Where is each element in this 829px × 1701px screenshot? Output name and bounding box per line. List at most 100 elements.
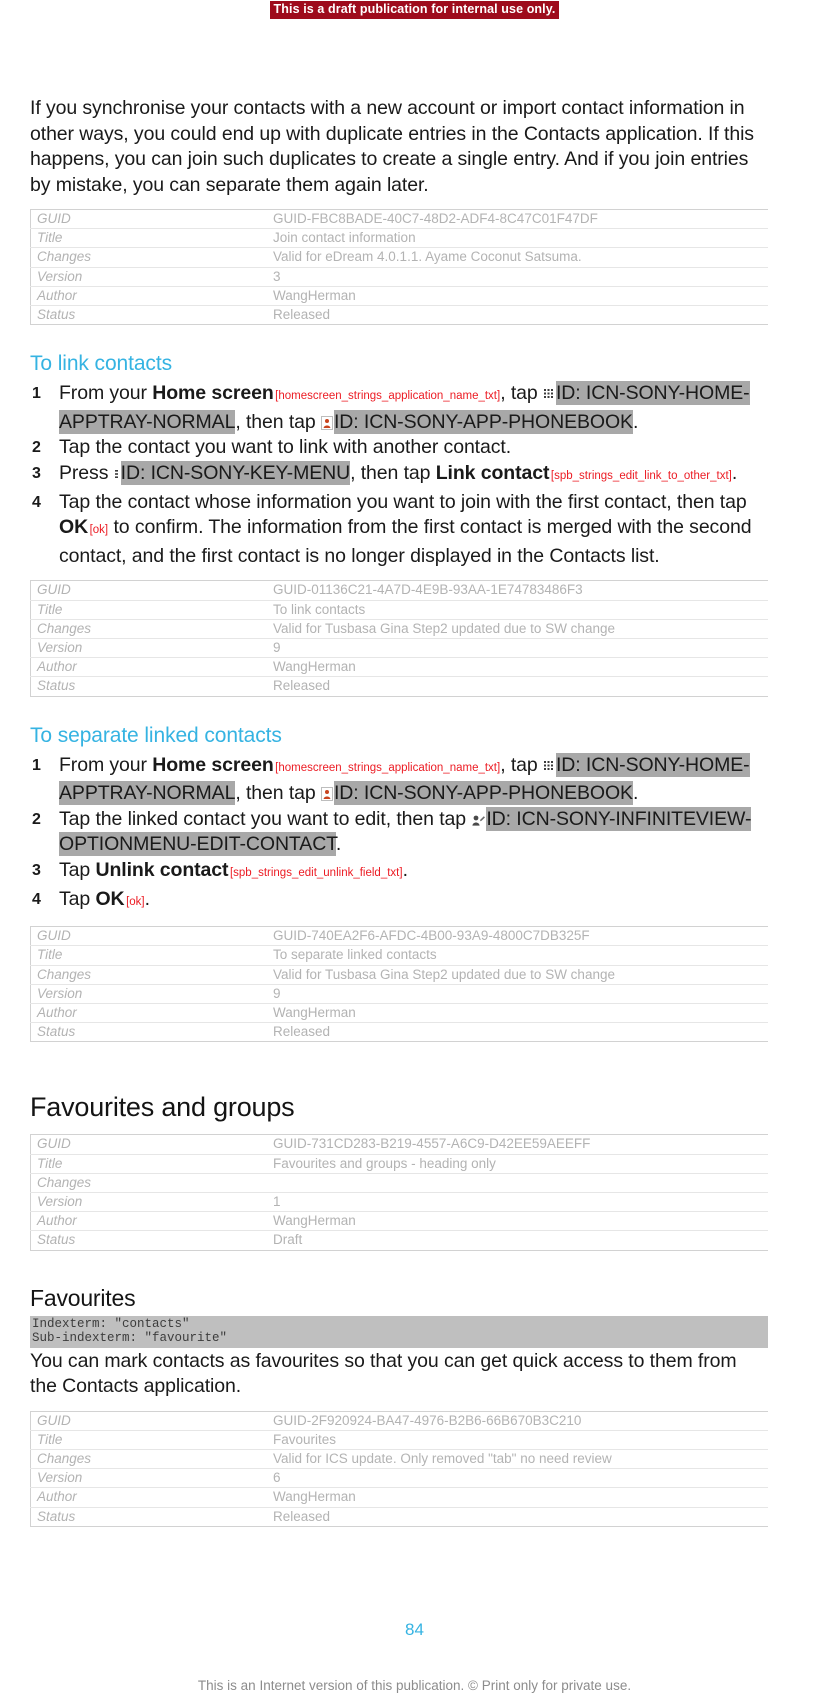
meta-label-author: Author <box>30 1003 267 1024</box>
meta-label-author: Author <box>30 1487 267 1508</box>
meta-value-changes: Valid for ICS update. Only removed "tab"… <box>267 1449 768 1470</box>
table-row: Changes Valid for ICS update. Only remov… <box>30 1449 768 1470</box>
sub-heading-favourites: Favourites <box>30 1284 136 1311</box>
task-heading-link-contacts: To link contacts <box>30 352 172 376</box>
meta-value-status: Released <box>267 1507 768 1527</box>
meta-value-status: Draft <box>267 1230 768 1251</box>
meta-label-changes: Changes <box>30 965 267 985</box>
step-text: . <box>335 833 342 856</box>
page-content: If you synchronise your contacts with a … <box>30 96 768 1527</box>
table-row: Author WangHerman <box>30 1487 768 1508</box>
step-text: Tap the contact whose information you wa… <box>59 490 747 513</box>
meta-label-version: Version <box>30 267 267 287</box>
meta-label-author: Author <box>30 286 267 307</box>
list-item: From your Home screen [homescreen_string… <box>30 381 768 435</box>
apptray-icon-placeholder <box>542 758 556 773</box>
list-item: From your Home screen [homescreen_string… <box>30 752 768 807</box>
meta-label-title: Title <box>30 228 267 249</box>
meta-value-guid: GUID-01136C21-4A7D-4E9B-93AA-1E74783486F… <box>267 580 768 601</box>
meta-value-guid: GUID-740EA2F6-AFDC-4B00-93A9-4800C7DB325… <box>267 926 768 947</box>
meta-label-title: Title <box>30 600 267 620</box>
list-item: Tap OK [ok]. <box>30 887 768 916</box>
meta-label-version: Version <box>30 984 267 1004</box>
meta-value-version: 6 <box>267 1468 768 1489</box>
draft-banner: This is a draft publication for internal… <box>0 0 829 19</box>
list-item: Tap the contact whose information you wa… <box>30 490 768 570</box>
list-item: Tap the contact you want to link with an… <box>30 435 768 461</box>
string-id: [ok] <box>89 524 109 537</box>
string-id: [homescreen_strings_application_name_txt… <box>275 390 501 403</box>
list-item: Tap Unlink contact [spb_strings_edit_unl… <box>30 858 768 887</box>
section-heading-favourites-and-groups: Favourites and groups <box>30 1092 295 1123</box>
table-row: Title Favourites and groups - heading on… <box>30 1154 768 1174</box>
indexterm-line: Indexterm: "contacts" <box>32 1316 190 1331</box>
meta-label-status: Status <box>30 676 267 697</box>
step-text: Tap the linked contact you want to edit,… <box>59 807 472 830</box>
table-row: Author WangHerman <box>30 286 768 307</box>
table-row: Changes Valid for Tusbasa Gina Step2 upd… <box>30 619 768 639</box>
step-text: Press <box>59 462 114 484</box>
ui-label: OK <box>59 516 89 539</box>
meta-label-title: Title <box>30 1154 267 1174</box>
task-heading-separate-linked-contacts: To separate linked contacts <box>30 723 282 747</box>
intro-paragraph: If you synchronise your contacts with a … <box>30 97 754 196</box>
table-row: GUID GUID-2F920924-BA47-4976-B2B6-66B670… <box>30 1411 768 1431</box>
table-row: Title To separate linked contacts <box>30 945 768 966</box>
page-number: 84 <box>405 1620 424 1639</box>
meta-value-title: Favourites and groups - heading only <box>267 1154 768 1174</box>
table-row: Title Favourites <box>30 1430 768 1451</box>
metadata-table: GUID GUID-2F920924-BA47-4976-B2B6-66B670… <box>30 1410 768 1527</box>
meta-value-changes: Valid for Tusbasa Gina Step2 updated due… <box>267 619 768 639</box>
meta-label-status: Status <box>30 1022 267 1043</box>
table-row: Status Released <box>30 305 768 326</box>
steps-separate-linked-contacts: From your Home screen [homescreen_string… <box>30 752 768 916</box>
table-row: Version 1 <box>30 1192 768 1213</box>
table-row: Author WangHerman <box>30 1211 768 1232</box>
metadata-table: GUID GUID-01136C21-4A7D-4E9B-93AA-1E7478… <box>30 580 768 697</box>
meta-value-author: WangHerman <box>267 1211 768 1232</box>
meta-label-changes: Changes <box>30 1449 267 1470</box>
step-text: From your <box>59 753 153 776</box>
step-text: . <box>402 858 408 881</box>
meta-label-version: Version <box>30 638 267 659</box>
meta-label-title: Title <box>30 945 267 966</box>
meta-value-guid: GUID-731CD283-B219-4557-A6C9-D42EE59AEEF… <box>267 1134 768 1155</box>
meta-label-version: Version <box>30 1468 267 1489</box>
step-text: . <box>632 410 639 433</box>
step-text: , then tap <box>235 782 321 805</box>
favourites-paragraph: You can mark contacts as favourites so t… <box>30 1349 737 1398</box>
meta-value-author: WangHerman <box>267 1003 768 1024</box>
string-id: [spb_strings_edit_link_to_other_txt] <box>550 470 732 482</box>
meta-value-guid: GUID-2F920924-BA47-4976-B2B6-66B670B3C21… <box>267 1411 768 1431</box>
meta-value-author: WangHerman <box>267 657 768 678</box>
table-row: Version 6 <box>30 1468 768 1489</box>
table-row: Version 3 <box>30 267 768 287</box>
meta-value-author: WangHerman <box>267 286 768 307</box>
icon-id-phonebook: ID: ICN-SONY-APP-PHONEBOOK <box>333 409 633 434</box>
meta-label-status: Status <box>30 305 267 326</box>
table-row: GUID GUID-01136C21-4A7D-4E9B-93AA-1E7478… <box>30 580 768 601</box>
list-item: Tap the linked contact you want to edit,… <box>30 806 768 858</box>
table-row: Status Released <box>30 1507 768 1527</box>
table-row: Author WangHerman <box>30 657 768 678</box>
table-row: GUID GUID-731CD283-B219-4557-A6C9-D42EE5… <box>30 1134 768 1155</box>
meta-label-guid: GUID <box>30 926 267 947</box>
step-text: , tap <box>500 382 543 405</box>
meta-label-guid: GUID <box>30 209 267 230</box>
step-text: . <box>632 782 639 805</box>
meta-label-title: Title <box>30 1430 267 1451</box>
step-text: , tap <box>500 753 543 776</box>
meta-value-status: Released <box>267 1022 768 1043</box>
meta-value-author: WangHerman <box>267 1487 768 1508</box>
meta-value-version: 3 <box>267 267 768 287</box>
meta-label-status: Status <box>30 1230 267 1251</box>
menu-key-icon-placeholder <box>113 467 121 481</box>
meta-value-version: 1 <box>267 1192 768 1213</box>
list-item: Press ID: ICN-SONY-KEY-MENU, then tap Li… <box>30 461 768 490</box>
steps-link-contacts: From your Home screen [homescreen_string… <box>30 381 768 569</box>
document-page: This is a draft publication for internal… <box>0 0 829 1701</box>
table-row: Version 9 <box>30 984 768 1004</box>
meta-value-status: Released <box>267 676 768 697</box>
ui-label: OK <box>95 887 125 910</box>
meta-value-title: Favourites <box>267 1430 768 1451</box>
